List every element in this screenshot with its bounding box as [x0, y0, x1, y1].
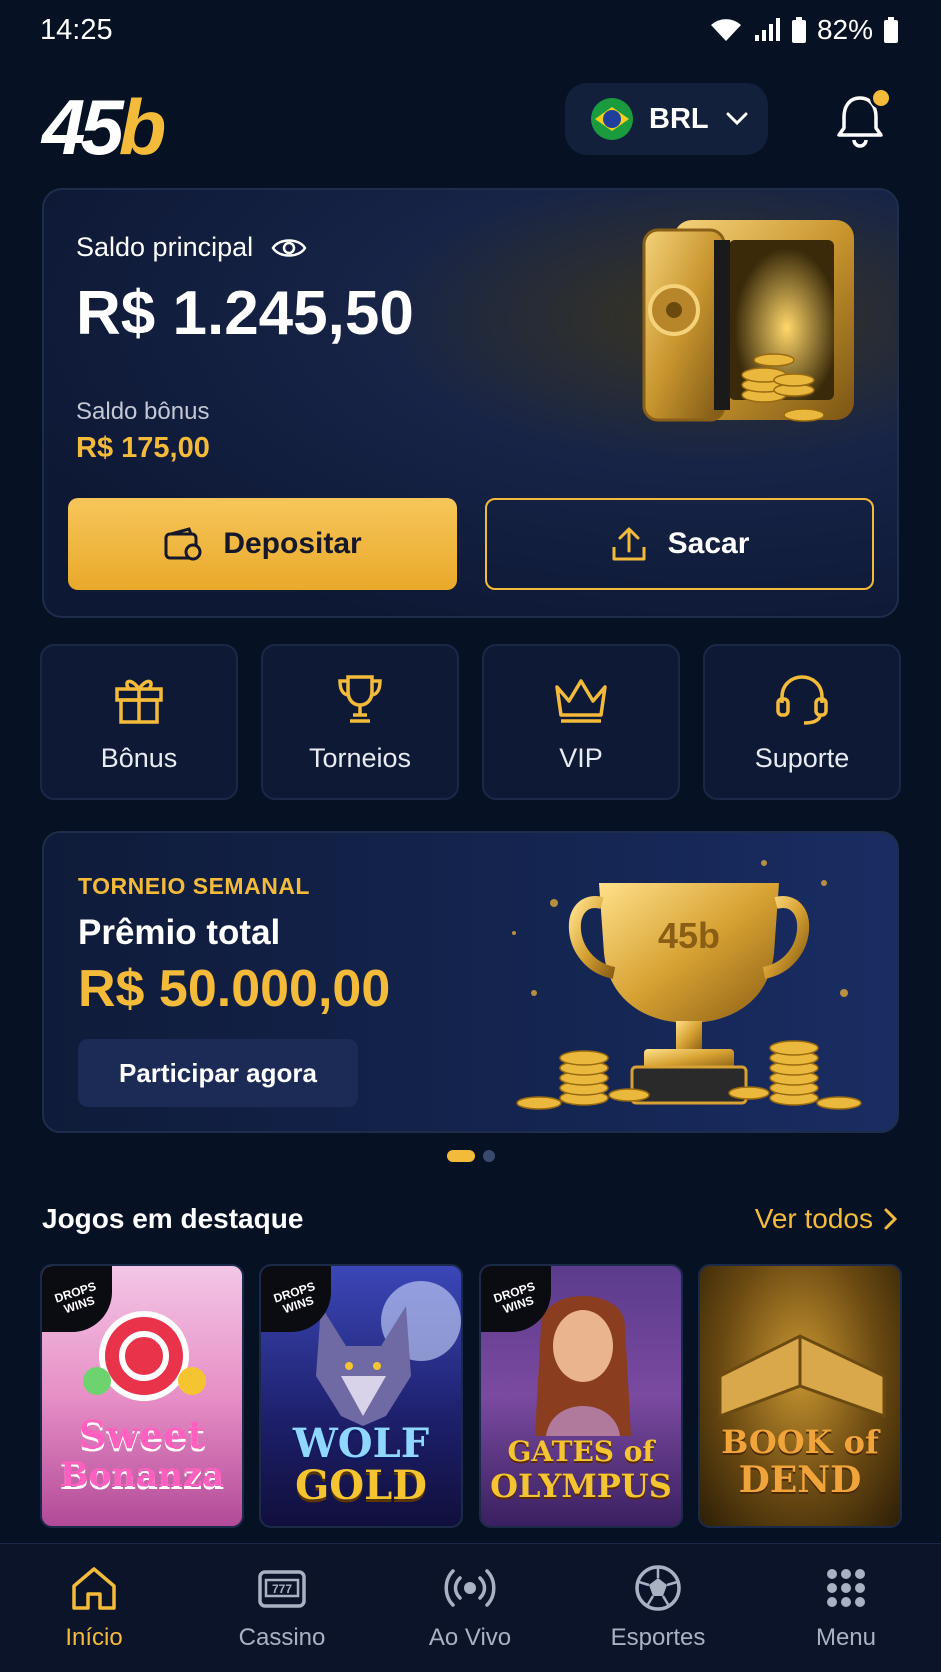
trophy-icon [338, 674, 382, 723]
carousel-dot[interactable] [482, 1150, 495, 1162]
svg-text:777: 777 [272, 1582, 292, 1596]
bonus-balance-label: Saldo bônus [76, 398, 210, 425]
slot-machine-icon: 777 [258, 1570, 306, 1608]
headset-icon [776, 674, 828, 725]
notification-dot [870, 87, 892, 109]
game-title-line2: OLYMPUS [490, 1467, 672, 1505]
bottom-navigation: Início 777 Cassino Ao Vivo Esportes Menu [0, 1543, 941, 1672]
gold-safe-illustration [642, 220, 854, 422]
tournament-prize: R$ 50.000,00 [78, 960, 391, 1018]
withdraw-label: Sacar [667, 527, 750, 560]
game-card-wolf-gold[interactable]: DROPS WINS WOLF GOLD [259, 1264, 463, 1528]
grid-icon [827, 1569, 865, 1607]
game-title-line2: DEND [738, 1459, 862, 1501]
tournament-title: Prêmio total [78, 913, 281, 952]
app-logo[interactable]: 45b [42, 88, 166, 166]
quick-link-label: VIP [559, 742, 603, 773]
quick-link-bonus[interactable]: Bônus [40, 644, 238, 800]
gift-icon [115, 679, 163, 724]
status-time: 14:25 [40, 14, 113, 46]
game-title-line2: Bonanza [59, 1455, 225, 1495]
carousel-indicator [0, 1150, 941, 1162]
quick-link-label: Bônus [100, 742, 178, 773]
chevron-right-icon [884, 1208, 898, 1230]
crown-icon [555, 678, 607, 723]
quick-link-label: Torneios [308, 742, 412, 773]
home-icon [72, 1567, 116, 1610]
battery-level: 82% [816, 14, 873, 45]
deposit-label: Depositar [223, 527, 362, 560]
brazil-flag-icon [591, 98, 633, 140]
logo-number: 45 [42, 83, 124, 171]
chevron-down-icon [726, 112, 748, 126]
logo-letter: b [118, 83, 167, 171]
tournament-kicker: TORNEIO SEMANAL [78, 873, 310, 899]
quick-link-vip[interactable]: VIP [482, 644, 680, 800]
game-card-sweet-bonanza[interactable]: DROPS WINS Sweet Bonanza [40, 1264, 244, 1528]
currency-label: BRL [649, 102, 709, 135]
balance-label: Saldo principal [76, 232, 254, 262]
nav-menu[interactable]: Menu [766, 1564, 926, 1652]
badge-label: DROPS WINS [491, 1279, 537, 1317]
balance-amount: R$ 1.245,50 [76, 279, 414, 348]
quick-link-label: Suporte [754, 742, 850, 773]
eye-icon[interactable] [271, 236, 307, 260]
wifi-icon [710, 19, 741, 41]
carousel-dot-active[interactable] [446, 1150, 475, 1162]
game-title-line2: GOLD [295, 1462, 427, 1509]
nav-live[interactable]: Ao Vivo [390, 1564, 550, 1652]
trophy-engraving: 45b [658, 915, 720, 956]
nav-label: Esportes [610, 1624, 706, 1651]
game-card-gates-of-olympus[interactable]: DROPS WINS GATES of OLYMPUS [479, 1264, 683, 1528]
nav-label: Cassino [238, 1624, 326, 1651]
quick-link-support[interactable]: Suporte [703, 644, 901, 800]
signal-icon [754, 18, 780, 41]
currency-selector[interactable]: BRL [565, 83, 768, 155]
game-title-line1: BOOK of [721, 1423, 879, 1461]
badge-label: DROPS WINS [52, 1279, 98, 1317]
nav-home[interactable]: Início [14, 1564, 174, 1652]
wallet-icon [164, 527, 202, 561]
join-tournament-button[interactable]: Participar agora [78, 1039, 358, 1107]
soccer-ball-icon [635, 1565, 681, 1611]
see-all-label: Ver todos [754, 1203, 873, 1234]
upload-icon [612, 527, 646, 561]
nav-casino[interactable]: 777 Cassino [202, 1564, 362, 1652]
balance-card: Saldo principal R$ 1.245,50 Saldo bônus … [42, 188, 899, 618]
bonus-balance-amount: R$ 175,00 [76, 432, 210, 464]
tournament-banner[interactable]: TORNEIO SEMANAL Prêmio total R$ 50.000,0… [42, 831, 899, 1133]
withdraw-button[interactable]: Sacar [485, 498, 874, 590]
status-bar: 14:25 82% [0, 0, 941, 62]
nav-sports[interactable]: Esportes [578, 1564, 738, 1652]
live-icon [444, 1569, 496, 1607]
game-title-line1: Sweet [78, 1412, 206, 1457]
nav-label: Ao Vivo [428, 1624, 512, 1651]
battery-icon [884, 17, 898, 43]
balance-label-row: Saldo principal [76, 232, 307, 263]
game-card-book-of-dend[interactable]: BOOK of DEND [698, 1264, 902, 1528]
quick-link-tournaments[interactable]: Torneios [261, 644, 459, 800]
game-title-line1: GATES of [507, 1435, 655, 1468]
nav-label: Menu [815, 1624, 877, 1651]
nav-label: Início [65, 1624, 123, 1651]
featured-games-title: Jogos em destaque [42, 1203, 304, 1234]
game-title-line1: WOLF [292, 1420, 430, 1467]
deposit-button[interactable]: Depositar [68, 498, 457, 590]
gold-trophy-illustration: 45b [512, 860, 862, 1110]
battery-charging-icon [791, 17, 806, 43]
see-all-link[interactable]: Ver todos [755, 1203, 899, 1235]
badge-label: DROPS WINS [271, 1279, 317, 1317]
status-icons: 82% [709, 14, 899, 46]
